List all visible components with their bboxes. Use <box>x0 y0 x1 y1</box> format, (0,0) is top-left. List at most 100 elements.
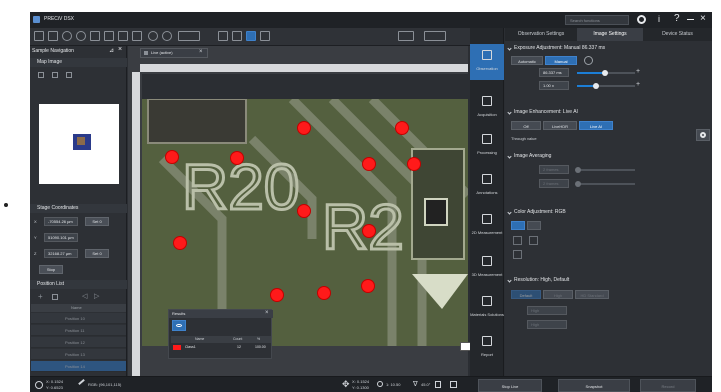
record-toggle-icon[interactable] <box>398 31 414 41</box>
move-right-icon[interactable]: ▷ <box>94 293 99 301</box>
detection-marker[interactable] <box>362 157 376 171</box>
eyedropper-icon[interactable] <box>529 236 538 245</box>
stage-z-set-button[interactable]: Set 0 <box>85 249 109 258</box>
exposure-slider-knob[interactable] <box>602 70 608 76</box>
snapshot-button[interactable]: Snapshot <box>558 379 630 392</box>
color-mode-mono-button[interactable] <box>527 221 541 230</box>
zoom-in-icon[interactable] <box>148 31 158 41</box>
close-icon[interactable]: × <box>700 13 706 24</box>
detection-marker[interactable] <box>362 224 376 238</box>
gear-icon[interactable] <box>637 15 646 24</box>
exposure-automatic-button[interactable]: Automatic <box>511 56 543 65</box>
select-icon[interactable] <box>104 31 114 41</box>
detection-marker[interactable] <box>297 121 311 135</box>
sidebar-item-report[interactable]: Report <box>470 330 504 366</box>
list-item[interactable]: Position 10 <box>31 313 126 324</box>
color-tool-icon[interactable] <box>513 250 522 259</box>
enhancement-header[interactable]: Image Enhancement: Live AI <box>505 108 712 117</box>
sidebar-item-materials-solutions[interactable]: Materials Solutions <box>470 290 504 326</box>
detection-marker[interactable] <box>407 157 421 171</box>
move-left-icon[interactable]: ◁ <box>82 293 87 301</box>
search-input[interactable]: Search functions <box>565 15 629 25</box>
lock-icon[interactable] <box>435 381 441 388</box>
overlay-icon[interactable] <box>232 31 242 41</box>
exposure-time-field[interactable]: 86.337 ms <box>539 68 569 77</box>
record-button[interactable]: Record <box>640 379 696 392</box>
resolution-default-button[interactable]: Default <box>511 290 541 299</box>
results-eye-button[interactable] <box>172 320 186 331</box>
save-icon[interactable] <box>48 31 58 41</box>
redo-icon[interactable] <box>76 31 86 41</box>
resolution-high-button[interactable]: High <box>543 290 573 299</box>
sidebar-item-2d-measurement[interactable]: 2D Measurement <box>470 208 504 244</box>
list-item[interactable]: Position 12 <box>31 337 126 348</box>
grid-icon[interactable] <box>246 31 256 41</box>
list-item[interactable]: Position 11 <box>31 325 126 336</box>
map-image-thumbnail[interactable] <box>39 104 119 184</box>
stop-live-button[interactable]: Stop Live <box>478 379 542 392</box>
detection-marker[interactable] <box>270 288 284 302</box>
stage-y-field[interactable]: 51090.101 µm <box>44 233 78 242</box>
enhancement-settings-button[interactable] <box>696 129 710 141</box>
detection-marker[interactable] <box>361 279 375 293</box>
open-icon[interactable] <box>34 31 44 41</box>
resolution-header[interactable]: Resolution: High, Default <box>505 276 712 285</box>
sidebar-item-3d-measurement[interactable]: 3D Measurement <box>470 250 504 286</box>
stage-z-field[interactable]: 32168.27 µm <box>44 249 78 258</box>
tab-observation-settings[interactable]: Observation Settings <box>505 28 577 41</box>
averaging-slider-track-2[interactable] <box>577 183 635 185</box>
canvas-tab[interactable]: Live (active) × <box>140 48 208 58</box>
detection-marker[interactable] <box>317 286 331 300</box>
detection-marker[interactable] <box>297 204 311 218</box>
stage-x-set-button[interactable]: Set 0 <box>85 217 109 226</box>
exposure-reset-icon[interactable] <box>584 56 593 65</box>
resolution-select-2[interactable]: High <box>527 320 567 329</box>
color-mode-rgb-button[interactable] <box>511 221 525 230</box>
list-item[interactable]: Position 14 <box>31 361 126 372</box>
rotate-icon[interactable] <box>132 31 142 41</box>
fit-icon[interactable] <box>218 31 228 41</box>
undo-icon[interactable] <box>62 31 72 41</box>
exposure-manual-button[interactable]: Manual <box>545 56 577 65</box>
zoom-dropdown-icon[interactable] <box>424 31 446 41</box>
position-list-header[interactable]: Position List <box>30 280 127 289</box>
sidebar-item-processing[interactable]: Processing <box>470 128 504 164</box>
detection-marker[interactable] <box>165 150 179 164</box>
gain-plus-icon[interactable]: + <box>636 81 640 88</box>
pin-icon[interactable]: ⊿ <box>109 47 114 54</box>
exposure-header[interactable]: Exposure Adjustment: Manual 86.337 ms <box>505 44 712 53</box>
minimize-icon[interactable] <box>687 19 694 20</box>
sidebar-item-acquisition[interactable]: Acquisition <box>470 90 504 126</box>
map-tool-icon[interactable] <box>66 72 72 78</box>
resolution-standard-button[interactable]: HD Standard <box>575 290 609 299</box>
list-item[interactable]: Position 13 <box>31 349 126 360</box>
stage-coordinates-header[interactable]: Stage Coordinates <box>30 204 127 213</box>
zoom-out-icon[interactable] <box>162 31 172 41</box>
gain-slider-knob[interactable] <box>593 83 599 89</box>
stage-stop-button[interactable]: Stop <box>39 265 63 274</box>
sidebar-item-annotations[interactable]: Annotations <box>470 168 504 204</box>
zoom-value-icon[interactable] <box>178 31 200 41</box>
averaging-slider-knob[interactable] <box>575 167 581 173</box>
stage-x-field[interactable]: -70554.26 µm <box>44 217 78 226</box>
help-icon[interactable]: ? <box>674 13 680 24</box>
averaging-header[interactable]: Image Averaging <box>505 152 712 161</box>
map-tool-icon[interactable] <box>52 72 58 78</box>
map-image-header[interactable]: Map Image <box>30 58 127 67</box>
averaging-frames-field[interactable]: 2 frames <box>539 165 569 174</box>
enhancement-off-button[interactable]: Off <box>511 121 541 130</box>
tab-device-status[interactable]: Device Status <box>643 28 712 41</box>
list-icon[interactable] <box>52 294 58 300</box>
detection-marker[interactable] <box>230 151 244 165</box>
layers-icon[interactable] <box>260 31 270 41</box>
enhancement-liveai-button[interactable]: Live AI <box>579 121 613 130</box>
save-status-icon[interactable] <box>450 381 457 388</box>
tab-close-icon[interactable]: × <box>199 49 203 55</box>
detection-marker[interactable] <box>395 121 409 135</box>
info-icon[interactable]: i <box>658 14 660 24</box>
resolution-select-1[interactable]: High <box>527 306 567 315</box>
averaging-slider-knob-2[interactable] <box>575 181 581 187</box>
averaging-frames-field-2[interactable]: 2 frames <box>539 179 569 188</box>
tab-image-settings[interactable]: Image Settings <box>577 28 643 41</box>
results-row[interactable]: Class1 12 100.00 <box>171 344 271 351</box>
